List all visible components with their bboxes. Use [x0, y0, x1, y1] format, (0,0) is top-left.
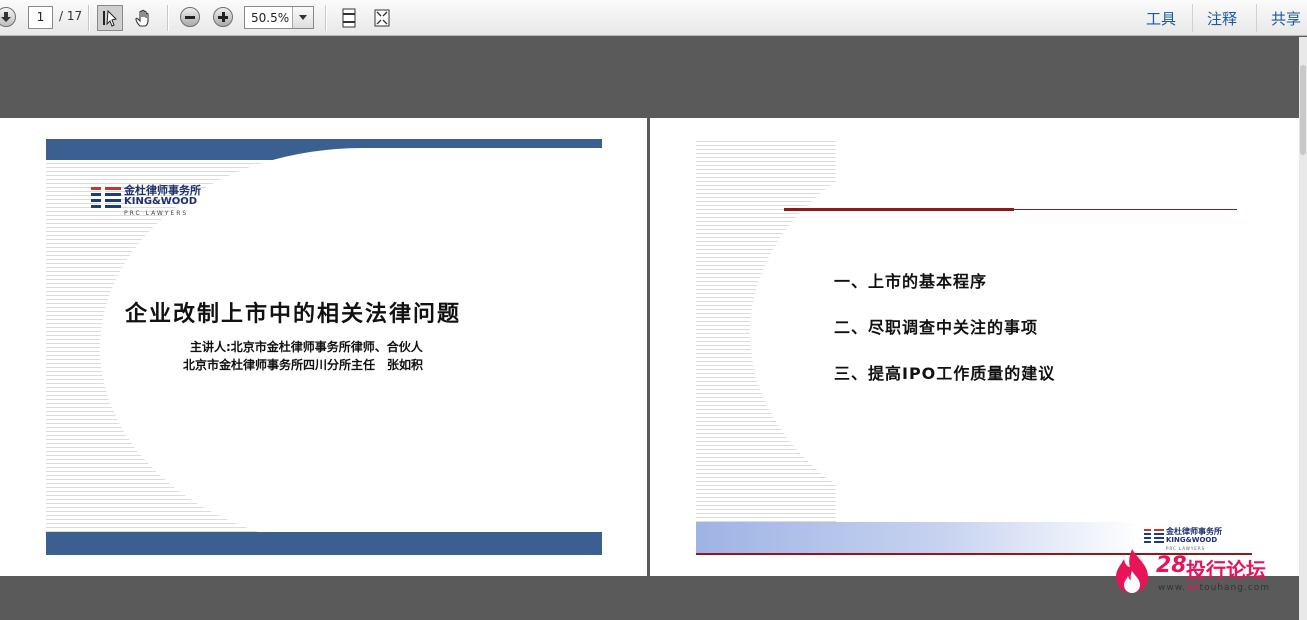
document-page-2: 一、上市的基本程序 二、尽职调查中关注的事项 三、提高IPO工作质量的建议 金杜…	[650, 118, 1299, 576]
logo-sub: PRC LAWYERS	[124, 210, 189, 217]
toc-item-1: 一、上市的基本程序	[834, 272, 988, 291]
vertical-scrollbar[interactable]	[1299, 37, 1307, 620]
document-page-1: 金杜律师事务所 KING&WOOD PRC LAWYERS 企业改制上市中的相关…	[0, 118, 647, 576]
toc-item-2: 二、尽职调查中关注的事项	[834, 318, 1039, 337]
title-rule-thin	[1014, 209, 1237, 210]
hand-icon	[135, 9, 149, 27]
zoom-out-button[interactable]	[180, 7, 200, 27]
zoom-in-button[interactable]	[213, 7, 233, 27]
flame-logo-icon	[1116, 549, 1148, 593]
share-link[interactable]: 共享	[1271, 8, 1301, 29]
fit-page-button[interactable]	[338, 6, 360, 30]
zoom-value: 50.5%	[251, 11, 290, 25]
kingwood-logo: 金杜律师事务所 KING&WOOD PRC LAWYERS	[91, 182, 221, 222]
speaker-line-2: 北京市金杜律师事务所四川分所主任 张如积	[183, 358, 424, 372]
fit-page-icon	[342, 8, 356, 28]
select-tool-button[interactable]	[97, 5, 123, 31]
fit-width-button[interactable]	[371, 6, 393, 30]
arrow-down-icon	[0, 7, 16, 27]
zoom-select[interactable]: 50.5%	[244, 6, 314, 29]
chevron-down-icon[interactable]	[292, 7, 313, 28]
slide-bottom-bar	[46, 532, 602, 555]
slide-title: 企业改制上市中的相关法律问题	[125, 302, 462, 327]
expand-icon	[374, 9, 390, 27]
plus-icon	[213, 7, 233, 27]
cursor-icon	[103, 9, 117, 27]
speaker-line-1: 主讲人:北京市金杜律师事务所律师、合伙人	[190, 340, 423, 354]
logo-en: KING&WOOD	[124, 196, 198, 207]
watermark-url: www.28touhang.com	[1158, 583, 1271, 593]
toolbar: 1 / 17 50.5% 工具 注释 共享	[0, 0, 1307, 36]
toc-item-3: 三、提高IPO工作质量的建议	[834, 364, 1056, 383]
scrollbar-thumb[interactable]	[1300, 65, 1306, 155]
watermark-text: 投行论坛	[1186, 558, 1266, 582]
footer-logo-en: KING&WOOD	[1166, 536, 1218, 544]
tools-link[interactable]: 工具	[1146, 8, 1176, 29]
next-page-button[interactable]	[0, 7, 16, 27]
title-rule	[784, 208, 1014, 211]
hand-tool-button[interactable]	[131, 5, 157, 31]
minus-icon	[180, 7, 200, 27]
page-number-input[interactable]: 1	[28, 6, 53, 29]
watermark-number: 28	[1156, 553, 1187, 578]
comment-link[interactable]: 注释	[1207, 8, 1237, 29]
page-total: / 17	[59, 9, 83, 23]
forum-watermark: 28 投行论坛 www.28touhang.com	[1112, 545, 1302, 601]
